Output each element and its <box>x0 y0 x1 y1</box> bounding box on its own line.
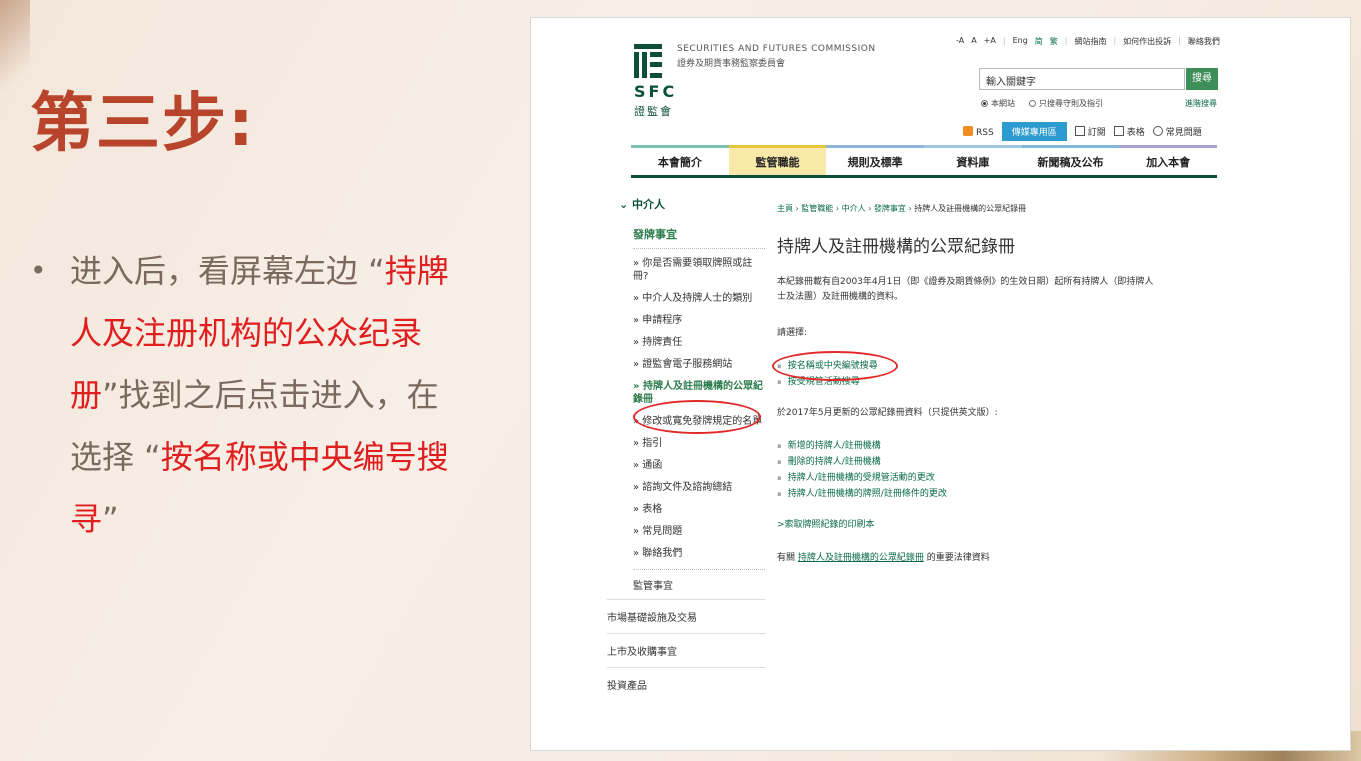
forms-icon <box>1113 126 1124 136</box>
bullet-part-1: 进入后，看屏幕左边 “ <box>70 252 385 290</box>
choose-label: 請選擇: <box>777 328 808 338</box>
sidenav-listing[interactable]: 上市及收購事宜 <box>607 633 765 667</box>
tab-careers[interactable]: 加入本會 <box>1119 145 1218 175</box>
website-screenshot: SFC 證監會 SECURITIES AND FUTURES COMMISSIO… <box>530 17 1351 751</box>
radio-off-icon <box>1029 100 1036 107</box>
sfc-logo[interactable]: SFC 證監會 <box>634 44 677 119</box>
bullet-part-3: ” <box>102 500 119 538</box>
intro-text: 本紀錄冊載有自2003年4月1日（即《證券及期貨條例》的生效日期）起所有持牌人（… <box>777 277 1154 302</box>
sidenav-investment-products[interactable]: 投資產品 <box>607 667 765 701</box>
crumb-regulatory[interactable]: 監管職能 <box>801 204 833 213</box>
faq-link[interactable]: 常見問題 <box>1152 125 1202 138</box>
lang-trad-link[interactable]: 繁 <box>1050 36 1058 47</box>
bullet-marker: • <box>30 254 47 287</box>
forms-link[interactable]: 表格 <box>1113 125 1145 138</box>
utility-row: RSS 傳媒專用區 訂閱 表格 常見問題 <box>963 122 1202 141</box>
rss-link[interactable]: RSS <box>963 125 994 138</box>
highlight-circle-register <box>633 400 761 434</box>
font-small-link[interactable]: -A <box>956 36 964 47</box>
media-area-button[interactable]: 傳媒專用區 <box>1001 122 1067 141</box>
radio-on-icon <box>981 100 988 107</box>
main-nav: 本會簡介 監管職能 規則及標準 資料庫 新聞稿及公布 加入本會 <box>631 145 1218 178</box>
font-large-link[interactable]: +A <box>984 36 996 47</box>
slide-title: 第三步: <box>30 87 256 161</box>
subscribe-icon <box>1074 126 1085 136</box>
contact-link[interactable]: 聯絡我們 <box>1188 36 1220 47</box>
lang-simp-link[interactable]: 简 <box>1035 36 1043 47</box>
tab-rules[interactable]: 規則及標準 <box>826 145 925 175</box>
tab-news[interactable]: 新聞稿及公布 <box>1021 145 1120 175</box>
sidenav-item-obligations[interactable]: » 持牌責任 <box>633 336 765 349</box>
slide-corner-decoration <box>0 0 30 90</box>
sidenav-item-faq[interactable]: » 常見問題 <box>633 525 765 538</box>
slide-bullet: • 进入后，看屏幕左边 “持牌人及注册机构的公众纪录册”找到之后点击进入，在选择… <box>30 240 470 550</box>
condition-changes-link[interactable]: 持牌人/註冊機構的牌照/註冊條件的更改 <box>777 486 1157 499</box>
crumb-licensing[interactable]: 發牌事宜 <box>874 204 906 213</box>
sidenav-market-infra[interactable]: 市場基礎設施及交易 <box>607 599 765 633</box>
sidenav-licensing[interactable]: 發牌事宜 <box>633 226 765 249</box>
print-copy-link[interactable]: >索取牌照紀錄的印刷本 <box>777 517 1157 530</box>
breadcrumb: 主頁 › 監管職能 › 中介人 › 發牌事宜 › 持牌人及註冊機構的公眾紀錄冊 <box>777 204 1027 213</box>
removed-licensees-link[interactable]: 刪除的持牌人/註冊機構 <box>777 454 1157 467</box>
sidenav-item-types[interactable]: » 中介人及持牌人士的類別 <box>633 292 765 305</box>
crumb-home[interactable]: 主頁 <box>777 204 793 213</box>
page-title: 持牌人及註冊機構的公眾紀錄冊 <box>777 237 1015 257</box>
sidenav-item-forms[interactable]: » 表格 <box>633 503 765 516</box>
complaint-link[interactable]: 如何作出投訴 <box>1123 36 1171 47</box>
sidenav-supervision[interactable]: 監管事宜 <box>633 569 765 599</box>
sfc-logo-icon <box>634 44 662 78</box>
subscribe-link[interactable]: 訂閱 <box>1074 125 1106 138</box>
sidenav-item-guidelines[interactable]: » 指引 <box>633 437 765 450</box>
activity-changes-link[interactable]: 持牌人/註冊機構的受規管活動的更改 <box>777 470 1157 483</box>
lang-eng-link[interactable]: Eng <box>1013 36 1028 47</box>
font-normal-link[interactable]: A <box>971 36 976 47</box>
sitemap-link[interactable]: 網站指南 <box>1074 36 1106 47</box>
sidenav-item-need-licence[interactable]: » 你是否需要領取牌照或註冊? <box>633 257 765 283</box>
question-icon <box>1152 126 1163 136</box>
legal-info: 有關 持牌人及註冊機構的公眾紀錄冊 的重要法律資料 <box>777 553 990 563</box>
tab-regulatory[interactable]: 監管職能 <box>728 145 827 175</box>
sidenav-item-contact[interactable]: » 聯絡我們 <box>633 547 765 560</box>
org-name-en: SECURITIES AND FUTURES COMMISSION <box>677 44 876 54</box>
scope-register-radio[interactable]: 只搜尋守則及指引 <box>1029 98 1103 109</box>
bullet-text: 进入后，看屏幕左边 “持牌人及注册机构的公众纪录册”找到之后点击进入，在选择 “… <box>70 240 470 550</box>
sidenav-item-consultation[interactable]: » 諮詢文件及諮詢總結 <box>633 481 765 494</box>
side-nav: ⌄ 中介人 發牌事宜 » 你是否需要領取牌照或註冊? » 中介人及持牌人士的類別… <box>607 196 765 701</box>
rss-icon <box>963 125 973 136</box>
tab-database[interactable]: 資料庫 <box>924 145 1022 175</box>
logo-sfc-text: SFC <box>634 82 678 101</box>
org-name-cn: 證券及期貨事務監察委員會 <box>677 59 786 69</box>
sidenav-intermediaries[interactable]: ⌄ 中介人 <box>619 196 765 212</box>
sidenav-item-circulars[interactable]: » 通函 <box>633 459 765 472</box>
search-input[interactable]: 輸入關鍵字 <box>979 68 1185 90</box>
sidenav-item-application[interactable]: » 申請程序 <box>633 314 765 327</box>
legal-register-link[interactable]: 持牌人及註冊機構的公眾紀錄冊 <box>798 553 924 563</box>
crumb-current: 持牌人及註冊機構的公眾紀錄冊 <box>914 204 1027 213</box>
tab-about[interactable]: 本會簡介 <box>631 145 729 175</box>
main-content: 主頁 › 監管職能 › 中介人 › 發牌事宜 › 持牌人及註冊機構的公眾紀錄冊 … <box>777 203 1157 563</box>
search-button[interactable]: 搜尋 <box>1186 68 1218 90</box>
update-text: 於2017年5月更新的公眾紀錄冊資料（只提供英文版）: <box>777 408 998 418</box>
update-links: 新增的持牌人/註冊機構 刪除的持牌人/註冊機構 持牌人/註冊機構的受規管活動的更… <box>777 438 1157 499</box>
new-licensees-link[interactable]: 新增的持牌人/註冊機構 <box>777 438 1157 451</box>
scope-site-radio[interactable]: 本網站 <box>981 98 1015 109</box>
logo-cn-text: 證監會 <box>634 105 673 118</box>
highlight-circle-search <box>772 351 898 381</box>
search-scope-options: 本網站 只搜尋守則及指引 <box>981 98 1103 109</box>
advanced-search-link[interactable]: 進階搜尋 <box>1185 98 1217 109</box>
sidenav-item-eservices[interactable]: » 證監會電子服務網站 <box>633 358 765 371</box>
crumb-intermediaries[interactable]: 中介人 <box>842 204 866 213</box>
top-links: -A A +A | Eng 简 繁 | 網站指南 | 如何作出投訴 | 聯絡我們 <box>956 36 1220 47</box>
